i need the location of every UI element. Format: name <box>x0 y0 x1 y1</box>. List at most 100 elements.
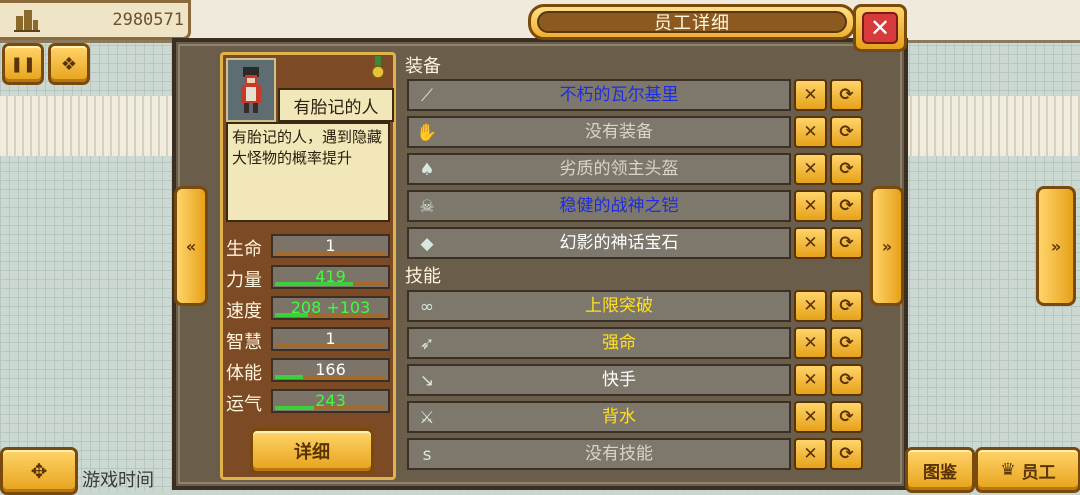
swap-skill-button[interactable]: ⟳ <box>830 327 863 359</box>
cross-icon: ✕ <box>803 370 818 390</box>
move-button[interactable]: ✥ <box>0 447 78 495</box>
detail-button-label: 详细 <box>294 442 330 463</box>
pause-button[interactable]: ❚❚ <box>2 43 44 85</box>
next-employee-button[interactable]: » <box>870 186 904 306</box>
swap-equipment-button[interactable]: ⟳ <box>830 79 863 111</box>
swap-icon: ⟳ <box>839 407 854 427</box>
money-display: 2980571 <box>0 0 191 40</box>
swap-skill-button[interactable]: ⟳ <box>830 290 863 322</box>
swap-skill-button[interactable]: ⟳ <box>830 438 863 470</box>
building-icon <box>14 6 46 34</box>
swap-equipment-button[interactable]: ⟳ <box>830 190 863 222</box>
speed-button[interactable]: ❖ <box>48 43 90 85</box>
encyclopedia-label: 图鉴 <box>923 462 957 483</box>
skill-slot[interactable]: ∞ 上限突破 <box>407 290 791 322</box>
equipment-name: 幻影的神话宝石 <box>559 233 679 253</box>
skills-section-title: 技能 <box>405 266 441 287</box>
stat-bar: 243 <box>271 389 390 413</box>
swap-equipment-button[interactable]: ⟳ <box>830 153 863 185</box>
close-button[interactable]: ✕ <box>853 4 907 52</box>
skill-name: 上限突破 <box>585 296 653 316</box>
cross-icon: ✕ <box>803 233 818 253</box>
swap-icon: ⟳ <box>839 333 854 353</box>
cross-icon: ✕ <box>803 85 818 105</box>
stat-label: 力量 <box>226 270 262 291</box>
skill-slot[interactable]: ⚔ 背水 <box>407 401 791 433</box>
window-title-bar: 员工详细 <box>528 4 856 40</box>
unequip-skill-button[interactable]: ✕ <box>794 327 827 359</box>
encyclopedia-button[interactable]: 图鉴 <box>905 447 975 493</box>
game-time-label: 游戏时间 <box>82 470 154 491</box>
medal-icon <box>371 56 385 79</box>
swap-icon: ⟳ <box>839 159 854 179</box>
prev-employee-button[interactable]: « <box>174 186 208 306</box>
stat-value: 419 <box>315 267 346 286</box>
crown-icon: ♛ <box>1000 460 1016 480</box>
skill-name: 快手 <box>602 370 636 390</box>
stat-label: 速度 <box>226 301 262 322</box>
stat-value: 1 <box>325 329 336 348</box>
employee-name: 有胎记的人 <box>278 88 394 122</box>
gem-icon: ◆ <box>420 234 434 254</box>
wing-icon: ➶ <box>419 334 435 354</box>
stat-value: 208 +103 <box>290 298 371 317</box>
skill-name: 没有技能 <box>585 444 653 464</box>
unequip-equipment-button[interactable]: ✕ <box>794 116 827 148</box>
next-page-button[interactable]: » <box>1036 186 1076 306</box>
equipment-slot[interactable]: ✋ 没有装备 <box>407 116 791 148</box>
cross-icon: ✕ <box>803 196 818 216</box>
swap-icon: ⟳ <box>839 233 854 253</box>
pause-icon: ❚❚ <box>10 55 36 73</box>
staff-label: 员工 <box>1021 462 1056 483</box>
skill-name: 强命 <box>602 333 636 353</box>
swap-skill-button[interactable]: ⟳ <box>830 364 863 396</box>
skill-slot[interactable]: ➶ 强命 <box>407 327 791 359</box>
unequip-equipment-button[interactable]: ✕ <box>794 79 827 111</box>
equipment-name: 不朽的瓦尔基里 <box>559 85 679 105</box>
equipment-slot[interactable]: ◆ 幻影的神话宝石 <box>407 227 791 259</box>
skill-slot[interactable]: s 没有技能 <box>407 438 791 470</box>
unequip-skill-button[interactable]: ✕ <box>794 290 827 322</box>
unequip-skill-button[interactable]: ✕ <box>794 438 827 470</box>
stat-bar: 208 +103 <box>271 296 390 320</box>
unequip-skill-button[interactable]: ✕ <box>794 401 827 433</box>
close-icon: ✕ <box>862 12 898 44</box>
stat-label: 运气 <box>226 394 262 415</box>
employee-portrait <box>226 58 276 122</box>
stat-bar: 166 <box>271 358 390 382</box>
equipment-slot[interactable]: ♠ 劣质的领主头盔 <box>407 153 791 185</box>
cross-icon: ✕ <box>803 407 818 427</box>
double-chevron-right-icon: » <box>1050 236 1062 256</box>
swap-equipment-button[interactable]: ⟳ <box>830 116 863 148</box>
detail-button[interactable]: 详细 <box>250 428 374 474</box>
dagger-icon: ↘ <box>419 371 435 391</box>
stat-bar: 1 <box>271 234 390 258</box>
swap-skill-button[interactable]: ⟳ <box>830 401 863 433</box>
money-value: 2980571 <box>112 10 184 30</box>
dpad-icon: ✥ <box>30 459 48 483</box>
equipment-slot[interactable]: ☠ 稳健的战神之铠 <box>407 190 791 222</box>
equipment-slot[interactable]: ⟋ 不朽的瓦尔基里 <box>407 79 791 111</box>
speed-icon: ❖ <box>60 53 78 75</box>
empty-slot-icon: s <box>422 445 432 465</box>
unequip-equipment-button[interactable]: ✕ <box>794 190 827 222</box>
stat-label: 生命 <box>226 239 262 260</box>
spear-icon: ⟋ <box>421 86 433 106</box>
double-chevron-left-icon: « <box>185 236 197 256</box>
helmet-icon: ♠ <box>419 160 435 180</box>
equipment-section-title: 装备 <box>405 56 441 77</box>
unequip-equipment-button[interactable]: ✕ <box>794 227 827 259</box>
armor-icon: ☠ <box>419 197 435 217</box>
unequip-skill-button[interactable]: ✕ <box>794 364 827 396</box>
skill-slot[interactable]: ↘ 快手 <box>407 364 791 396</box>
stat-bar: 1 <box>271 327 390 351</box>
cross-icon: ✕ <box>803 296 818 316</box>
swap-equipment-button[interactable]: ⟳ <box>830 227 863 259</box>
swap-icon: ⟳ <box>839 196 854 216</box>
equipment-name: 没有装备 <box>585 122 653 142</box>
skill-name: 背水 <box>602 407 636 427</box>
stat-label: 智慧 <box>226 332 262 353</box>
swap-icon: ⟳ <box>839 370 854 390</box>
staff-button[interactable]: ♛ 员工 <box>975 447 1080 493</box>
unequip-equipment-button[interactable]: ✕ <box>794 153 827 185</box>
